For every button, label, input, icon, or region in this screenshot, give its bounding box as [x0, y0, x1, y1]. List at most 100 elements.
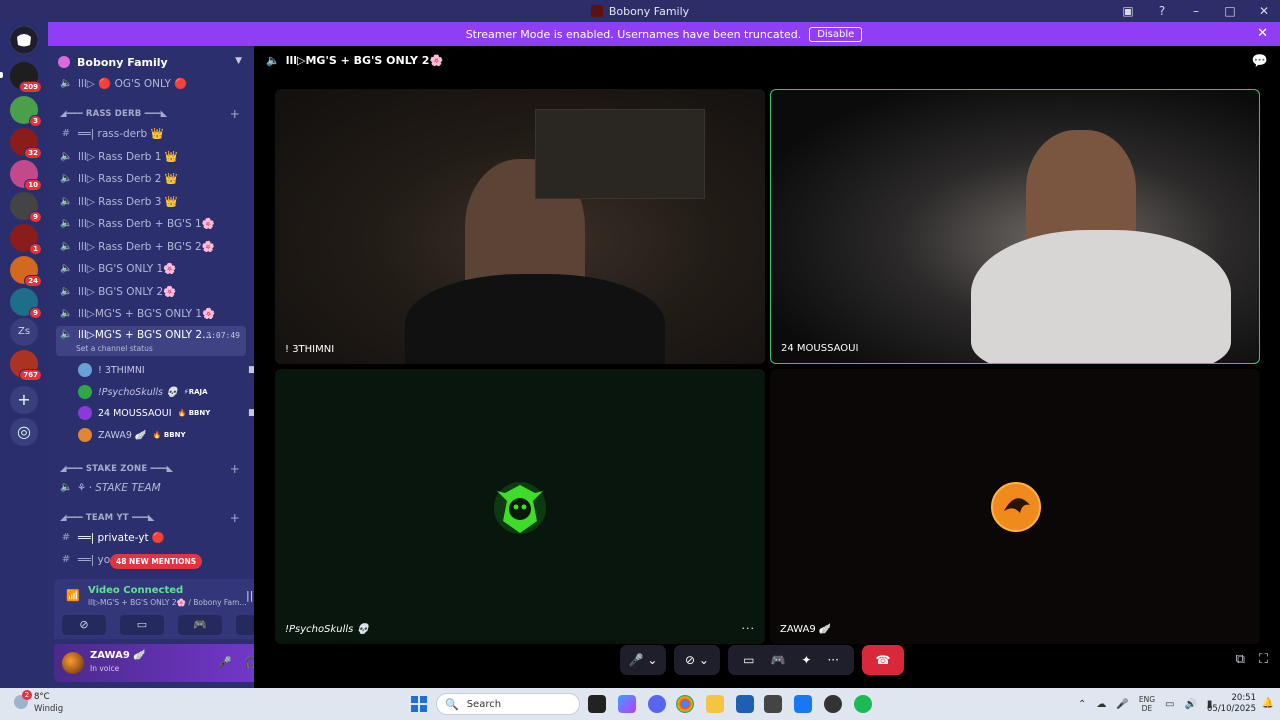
spotify-icon[interactable]: [854, 695, 872, 713]
channel-mgs-bgs-only-1[interactable]: 🔈 lll▷MG'S + BG'S ONLY 1🌸: [56, 303, 246, 324]
add-channel-plus-icon[interactable]: +: [230, 511, 240, 525]
server-icon-9[interactable]: 767: [10, 350, 42, 381]
hang-up-button[interactable]: ☎: [862, 645, 904, 675]
server-icon-7[interactable]: 24: [10, 256, 42, 287]
microphone-icon[interactable]: 🎤: [218, 656, 232, 669]
channel-rass-derb-bgs-2[interactable]: 🔈 lll▷ Rass Derb + BG'S 2🌸: [56, 236, 246, 257]
activity-button[interactable]: 🎮: [178, 615, 222, 635]
screen-share-button[interactable]: ▭: [120, 615, 164, 635]
screen-share-icon[interactable]: ▭: [743, 653, 754, 667]
server-icon-4[interactable]: 10: [10, 160, 42, 191]
channel-status[interactable]: Set a channel status: [76, 344, 153, 353]
server-icon-1[interactable]: 209: [10, 62, 42, 93]
channel-og-only[interactable]: 🔈 lll▷ 🔴 OG'S ONLY 🔴: [56, 73, 246, 94]
inbox-icon[interactable]: ▣: [1120, 4, 1136, 18]
chevron-down-icon[interactable]: ▼: [235, 56, 242, 66]
voice-user-zawa9[interactable]: ZAWA9 🪽 🔥 BBNY: [78, 425, 186, 445]
server-icon-6[interactable]: 1: [10, 224, 42, 255]
voice-user-3thimni[interactable]: ! 3THIMNI ■: [78, 360, 257, 380]
server-icon-8[interactable]: 9: [10, 288, 42, 319]
system-tray: ⌃ ☁ 🎤 ENG DE ▭ 🔊 ▮: [1078, 688, 1212, 720]
video-tile-moussaoui[interactable]: 24 MOUSSAOUI: [770, 89, 1260, 364]
channel-rass-derb-bgs-1[interactable]: 🔈 lll▷ Rass Derb + BG'S 1🌸: [56, 213, 246, 234]
camera-toggle-button[interactable]: ⊘ ⌄: [674, 645, 720, 675]
video-tile-psychoskulls[interactable]: !PsychoSkulls 💀 ···: [275, 369, 765, 644]
server-icon-5[interactable]: 9: [10, 192, 42, 223]
microphone-tray-icon[interactable]: 🎤: [1116, 699, 1128, 710]
category-team-yt[interactable]: ◢━━━ TEAM YT ━━━◣ +: [60, 511, 246, 525]
video-tile-zawa9[interactable]: ZAWA9 🪽: [770, 369, 1260, 644]
signal-icon[interactable]: 📶: [66, 589, 80, 602]
chrome-icon[interactable]: [676, 695, 694, 713]
disable-streamer-mode-button[interactable]: Disable: [809, 26, 863, 42]
server-icon-2[interactable]: 3: [10, 96, 42, 127]
close-window-button[interactable]: ✕: [1256, 4, 1272, 18]
weather-condition: Windig: [34, 704, 64, 714]
camera-off-button[interactable]: ⊘: [62, 615, 106, 635]
server-icon-zs[interactable]: Zs: [10, 318, 38, 346]
avatar: [78, 363, 92, 377]
voice-channel-path[interactable]: lll▷MG'S + BG'S ONLY 2🌸 / Bobony Fam...: [88, 598, 247, 607]
system-clock[interactable]: 20:51 05/10/2025: [1207, 693, 1256, 715]
app-icon: [590, 5, 603, 17]
discord-taskbar-icon[interactable]: [648, 695, 666, 713]
new-mentions-badge[interactable]: 48 NEW MENTIONS: [110, 554, 203, 569]
more-options-icon[interactable]: ···: [742, 622, 756, 635]
streamer-mode-banner: Streamer Mode is enabled. Usernames have…: [48, 22, 1280, 46]
channel-private-yt[interactable]: # ══| private-yt 🔴: [56, 527, 246, 548]
task-view-icon[interactable]: [588, 695, 606, 713]
channel-rass-derb-3[interactable]: 🔈 lll▷ Rass Derb 3 👑: [56, 191, 246, 212]
wall-poster: [535, 109, 705, 199]
copilot-icon[interactable]: [618, 695, 636, 713]
explore-compass-icon[interactable]: ◎: [10, 418, 38, 446]
notification-bell-icon[interactable]: 🔔: [1262, 698, 1274, 709]
video-stage: 🔈 lll▷MG'S + BG'S ONLY 2🌸 💬 ! 3THIMNI 24…: [254, 46, 1280, 688]
channel-rass-derb-2[interactable]: 🔈 lll▷ Rass Derb 2 👑: [56, 168, 246, 189]
weather-temperature: 8°C: [34, 692, 50, 702]
video-tile-3thimni[interactable]: ! 3THIMNI: [275, 89, 765, 364]
participant-name: 24 MOUSSAOUI: [781, 343, 859, 354]
user-name[interactable]: ZAWA9 🪽: [90, 650, 146, 661]
start-windows-icon[interactable]: [411, 696, 427, 712]
channel-bgs-only-1[interactable]: 🔈 lll▷ BG'S ONLY 1🌸: [56, 258, 246, 279]
store-icon[interactable]: [736, 695, 754, 713]
channel-stake-team[interactable]: 🔈 ⚘ · STAKE TEAM: [56, 477, 246, 498]
maximize-button[interactable]: □: [1222, 4, 1238, 18]
more-icon[interactable]: ···: [827, 653, 838, 667]
visual-studio-icon[interactable]: [794, 695, 812, 713]
display-icon[interactable]: ▭: [1165, 699, 1174, 710]
channel-mgs-bgs-only-2-active[interactable]: 🔈 lll▷MG'S + BG'S ONLY 2... 3:07:49 Set …: [56, 326, 246, 356]
volume-icon[interactable]: 🔊: [1184, 699, 1196, 710]
help-icon[interactable]: ?: [1154, 4, 1170, 18]
chat-bubble-icon[interactable]: 💬: [1252, 54, 1268, 69]
fullscreen-icon[interactable]: ⛶: [1259, 652, 1268, 667]
role-tag: 🔥 BBNY: [177, 409, 211, 417]
add-channel-plus-icon[interactable]: +: [230, 107, 240, 121]
server-icon-3[interactable]: 32: [10, 128, 42, 159]
channel-rass-derb-1[interactable]: 🔈 lll▷ Rass Derb 1 👑: [56, 146, 246, 167]
voice-user-moussaoui[interactable]: 24 MOUSSAOUI 🔥 BBNY ■: [78, 403, 257, 423]
file-explorer-icon[interactable]: [706, 695, 724, 713]
close-banner-icon[interactable]: ✕: [1257, 26, 1268, 41]
activity-gamepad-icon[interactable]: 🎮: [770, 653, 785, 667]
add-channel-plus-icon[interactable]: +: [230, 462, 240, 476]
microphone-toggle-button[interactable]: 🎤 ⌄: [620, 645, 666, 675]
home-discord-icon[interactable]: [10, 26, 38, 54]
user-avatar[interactable]: [62, 652, 84, 674]
language-indicator[interactable]: ENG DE: [1139, 695, 1155, 713]
category-stake-zone[interactable]: ◢━━━ STAKE ZONE ━━━◣ +: [60, 462, 246, 476]
recording-app-icon[interactable]: [824, 695, 842, 713]
channel-rass-derb-text[interactable]: # ══| rass-derb 👑: [56, 123, 246, 144]
minimize-button[interactable]: –: [1188, 4, 1204, 18]
channel-sidebar: Bobony Family ▼ 🔈 lll▷ 🔴 OG'S ONLY 🔴 ◢━━━…: [48, 46, 296, 688]
voice-user-psychoskulls[interactable]: !PsychoSkulls 💀 ⚡RAJA: [78, 382, 208, 402]
taskbar-search-input[interactable]: 🔍 Search: [436, 693, 580, 715]
onedrive-icon[interactable]: ☁: [1096, 699, 1106, 710]
app-cube-icon[interactable]: [764, 695, 782, 713]
chevron-up-icon[interactable]: ⌃: [1078, 699, 1086, 710]
soundboard-icon[interactable]: ✦: [801, 653, 811, 667]
popout-icon[interactable]: ⧉: [1236, 652, 1245, 667]
channel-bgs-only-2[interactable]: 🔈 lll▷ BG'S ONLY 2🌸: [56, 281, 246, 302]
add-server-plus-icon[interactable]: +: [10, 386, 38, 414]
category-rass-derb[interactable]: ◢━━━ RASS DERB ━━━◣ +: [60, 107, 246, 121]
